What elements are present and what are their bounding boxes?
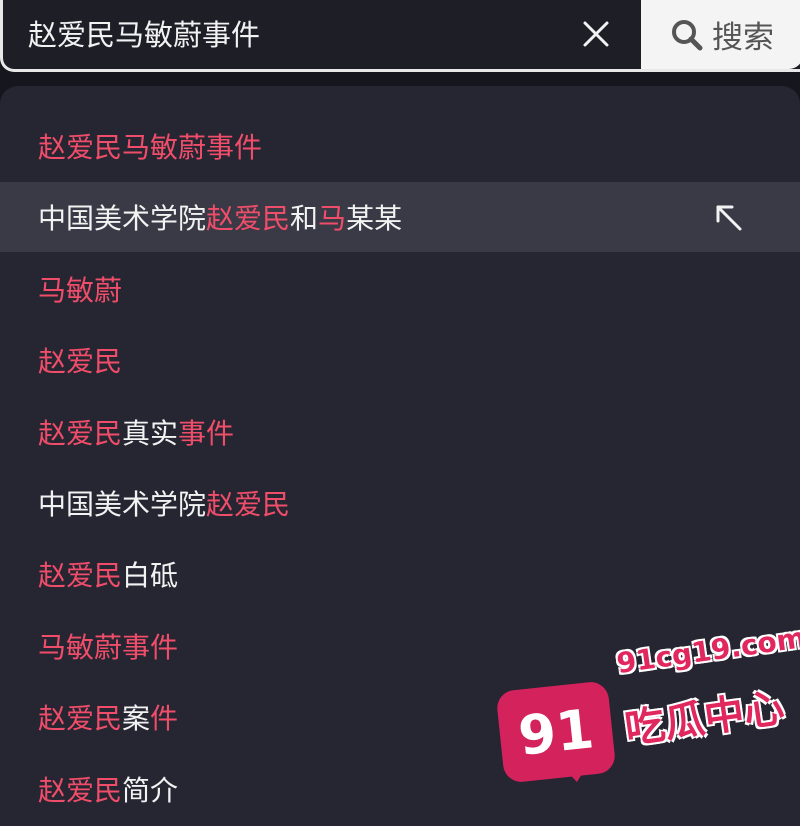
suggestion-match-text: 赵爱民马敏蔚事件 <box>38 131 263 164</box>
clear-button[interactable] <box>576 14 616 54</box>
search-button[interactable]: 搜索 <box>641 0 800 69</box>
suggestion-text: 某某 <box>346 202 403 235</box>
suggestion-match-text: 赵爱民 <box>38 774 123 807</box>
watermark-badge-tail <box>561 762 591 784</box>
suggestion-text: 和 <box>290 202 319 235</box>
suggestion-text: 案 <box>122 702 151 735</box>
search-icon <box>672 19 703 50</box>
suggestion-text: 白砥 <box>122 559 179 592</box>
suggestion-text: 中国美术学院 <box>38 488 207 521</box>
suggestion-item[interactable]: 马敏蔚 <box>0 254 800 324</box>
watermark-badge-text: 91 <box>515 696 597 768</box>
suggestion-match-text: 件 <box>150 702 179 735</box>
suggestion-match-text: 赵爱民 <box>38 702 123 735</box>
suggestion-item[interactable]: 中国美术学院 赵爱民 <box>0 468 800 538</box>
watermark-domain: 91cg19.com <box>614 620 800 681</box>
search-bar: 搜索 <box>0 0 800 72</box>
suggestion-match-text: 马敏蔚 <box>38 274 123 307</box>
suggestion-match-text: 赵爱民 <box>38 559 123 592</box>
suggestion-item[interactable]: 赵爱民 <box>0 325 800 395</box>
suggestion-match-text: 马 <box>318 202 347 235</box>
arrow-up-left-icon[interactable] <box>712 201 746 235</box>
suggestion-match-text: 赵爱民 <box>38 417 123 450</box>
suggestion-text: 真实 <box>122 417 179 450</box>
suggestion-match-text: 马敏蔚事件 <box>38 631 179 664</box>
suggestion-match-text: 赵爱民 <box>38 345 123 378</box>
watermark-badge: 91 <box>495 680 617 784</box>
search-input[interactable] <box>28 13 548 53</box>
close-icon <box>583 21 609 47</box>
suggestion-text: 简介 <box>122 774 179 807</box>
suggestion-text: 中国美术学院 <box>38 202 207 235</box>
watermark-name: 吃瓜中心 <box>622 685 787 753</box>
suggestion-item[interactable]: 赵爱民马敏蔚事件 <box>0 111 800 181</box>
search-button-label: 搜索 <box>712 20 774 56</box>
suggestion-match-text: 赵爱民 <box>206 202 291 235</box>
watermark-logo: 91 91cg19.com 吃瓜中心 <box>495 621 800 788</box>
suggestion-item[interactable]: 中国美术学院 赵爱民和马某某 <box>0 182 800 252</box>
suggestion-item[interactable]: 赵爱民 真实 事件 <box>0 397 800 467</box>
suggestion-match-text: 赵爱民 <box>206 488 291 521</box>
suggestion-item[interactable]: 赵爱民 白砥 <box>0 539 800 609</box>
suggestion-match-text: 事件 <box>178 417 235 450</box>
